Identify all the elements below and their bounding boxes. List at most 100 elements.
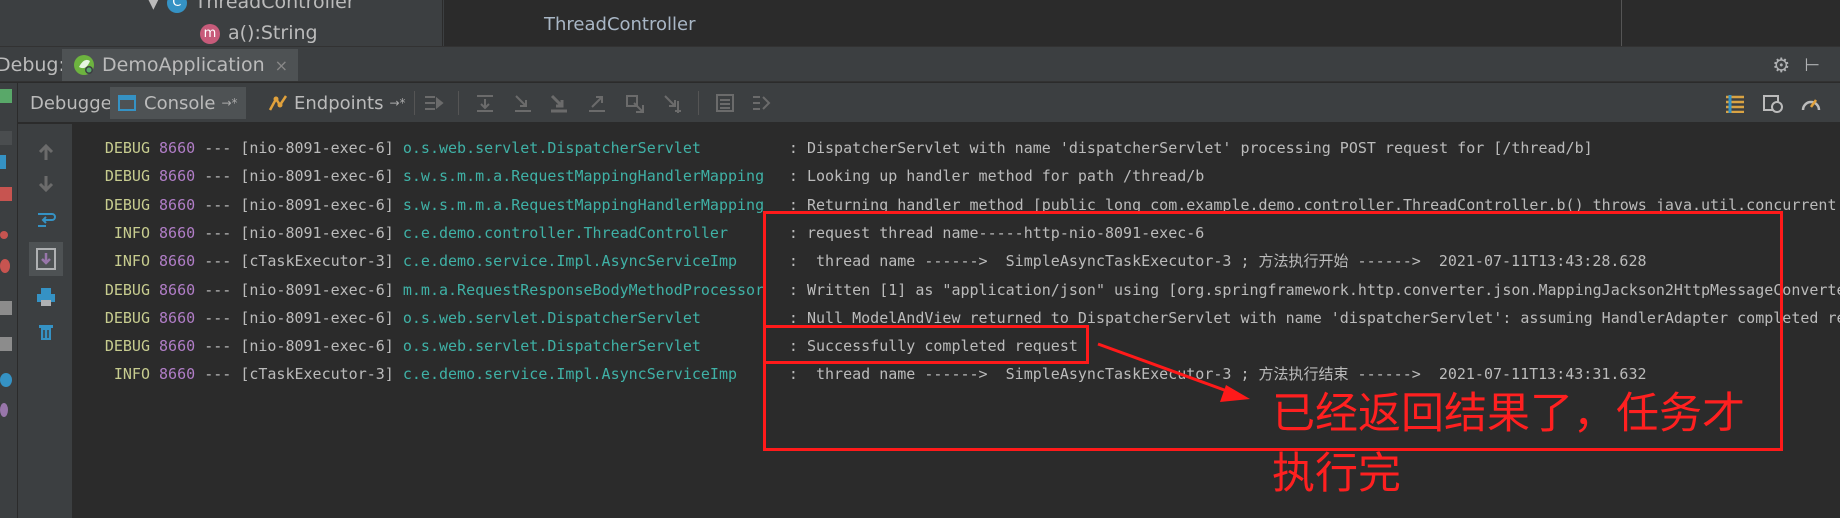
console-icon — [118, 95, 136, 111]
drop-frame-icon[interactable] — [624, 93, 646, 113]
force-step-into-icon[interactable] — [548, 93, 570, 113]
view-breakpoints-icon[interactable] — [0, 231, 8, 239]
threads-icon[interactable] — [1724, 93, 1746, 113]
log-level: DEBUG — [104, 337, 150, 356]
log-separator: --- — [204, 280, 232, 299]
log-separator: --- — [204, 308, 232, 327]
console-side-toolbar — [18, 124, 73, 518]
scroll-to-end-button[interactable] — [29, 242, 63, 276]
tab-debugger-label: Debugger — [30, 92, 120, 114]
resume-icon[interactable] — [0, 131, 12, 145]
highlight-box-completed — [763, 325, 1089, 364]
tree-node-method[interactable]: m a():String — [200, 22, 318, 44]
camera-icon[interactable] — [0, 301, 12, 315]
step-over-icon[interactable] — [474, 93, 496, 113]
trace-stream-icon[interactable] — [750, 93, 772, 113]
log-pid: 8660 — [159, 337, 196, 356]
memory-icon[interactable] — [1762, 93, 1784, 113]
soft-wrap-icon[interactable] — [35, 208, 57, 230]
panel-settings: ⚙ ⊢ — [1772, 53, 1820, 77]
toolbar-separator — [458, 91, 459, 115]
up-arrow-icon[interactable] — [35, 142, 57, 164]
settings-icon[interactable] — [0, 373, 12, 387]
toolbar-separator — [698, 91, 699, 115]
evaluate-expression-icon[interactable] — [714, 93, 736, 113]
close-tab-icon[interactable]: × — [275, 56, 288, 75]
rerun-icon[interactable] — [0, 89, 12, 103]
run-to-cursor-icon[interactable] — [662, 93, 684, 113]
log-level: INFO — [113, 365, 150, 384]
mute-breakpoints-icon[interactable] — [0, 259, 10, 273]
log-level: INFO — [113, 223, 150, 242]
down-arrow-icon[interactable] — [35, 172, 57, 194]
log-thread: [nio-8091-exec-6] — [240, 195, 394, 214]
pin-icon[interactable] — [0, 403, 8, 417]
debug-label: Debug: — [0, 54, 65, 76]
right-margin-line — [1621, 0, 1622, 46]
step-out-icon[interactable] — [586, 93, 608, 113]
log-line: DEBUG 8660 --- [nio-8091-exec-6] o.s.web… — [92, 134, 1593, 162]
gear-icon[interactable]: ⚙ — [1772, 53, 1790, 77]
restore-layout-icon[interactable] — [0, 337, 12, 351]
tab-endpoints-pin[interactable]: →* — [390, 96, 406, 110]
tab-console-pin[interactable]: →* — [221, 96, 237, 110]
tab-endpoints[interactable]: Endpoints →* — [260, 87, 414, 119]
overhead-icon[interactable] — [1800, 93, 1822, 113]
tree-node-class[interactable]: ▼ C ThreadController — [148, 0, 355, 13]
log-pid: 8660 — [159, 252, 196, 271]
run-config-tab[interactable]: DemoApplication × — [62, 49, 299, 81]
log-logger: s.w.s.m.m.a.RequestMappingHandlerMapping — [402, 195, 765, 214]
step-into-icon[interactable] — [512, 93, 534, 113]
log-level: INFO — [113, 252, 150, 271]
log-pid: 8660 — [159, 308, 196, 327]
left-action-bar — [0, 83, 18, 518]
class-icon: C — [166, 0, 187, 13]
trash-icon[interactable] — [35, 320, 57, 342]
pause-icon[interactable] — [0, 155, 6, 169]
log-thread: [cTaskExecutor-3] — [240, 365, 394, 384]
show-execution-point-icon[interactable] — [422, 93, 444, 113]
log-separator: --- — [204, 337, 232, 356]
stop-icon[interactable] — [0, 187, 12, 201]
log-separator: --- — [204, 195, 232, 214]
expand-arrow-icon[interactable]: ▼ — [148, 0, 159, 12]
log-level: DEBUG — [104, 280, 150, 299]
editor-breadcrumb[interactable]: ThreadController — [544, 14, 695, 35]
log-logger: c.e.demo.controller.ThreadController — [402, 223, 728, 242]
log-thread: [nio-8091-exec-6] — [240, 223, 394, 242]
debug-tool-bar: Debugger Console →* Endpoints →* — [18, 83, 1840, 123]
hide-panel-icon[interactable]: ⊢ — [1804, 55, 1820, 76]
log-level: DEBUG — [104, 139, 150, 157]
log-thread: [nio-8091-exec-6] — [240, 308, 394, 327]
annotation-line-1: 已经返回结果了，任务才 — [1272, 389, 1745, 439]
method-node-label: a():String — [228, 22, 318, 44]
scroll-to-end-icon — [36, 248, 56, 270]
toolbar-separator — [414, 91, 415, 115]
tab-console[interactable]: Console →* — [110, 87, 246, 119]
print-icon[interactable] — [35, 286, 57, 308]
